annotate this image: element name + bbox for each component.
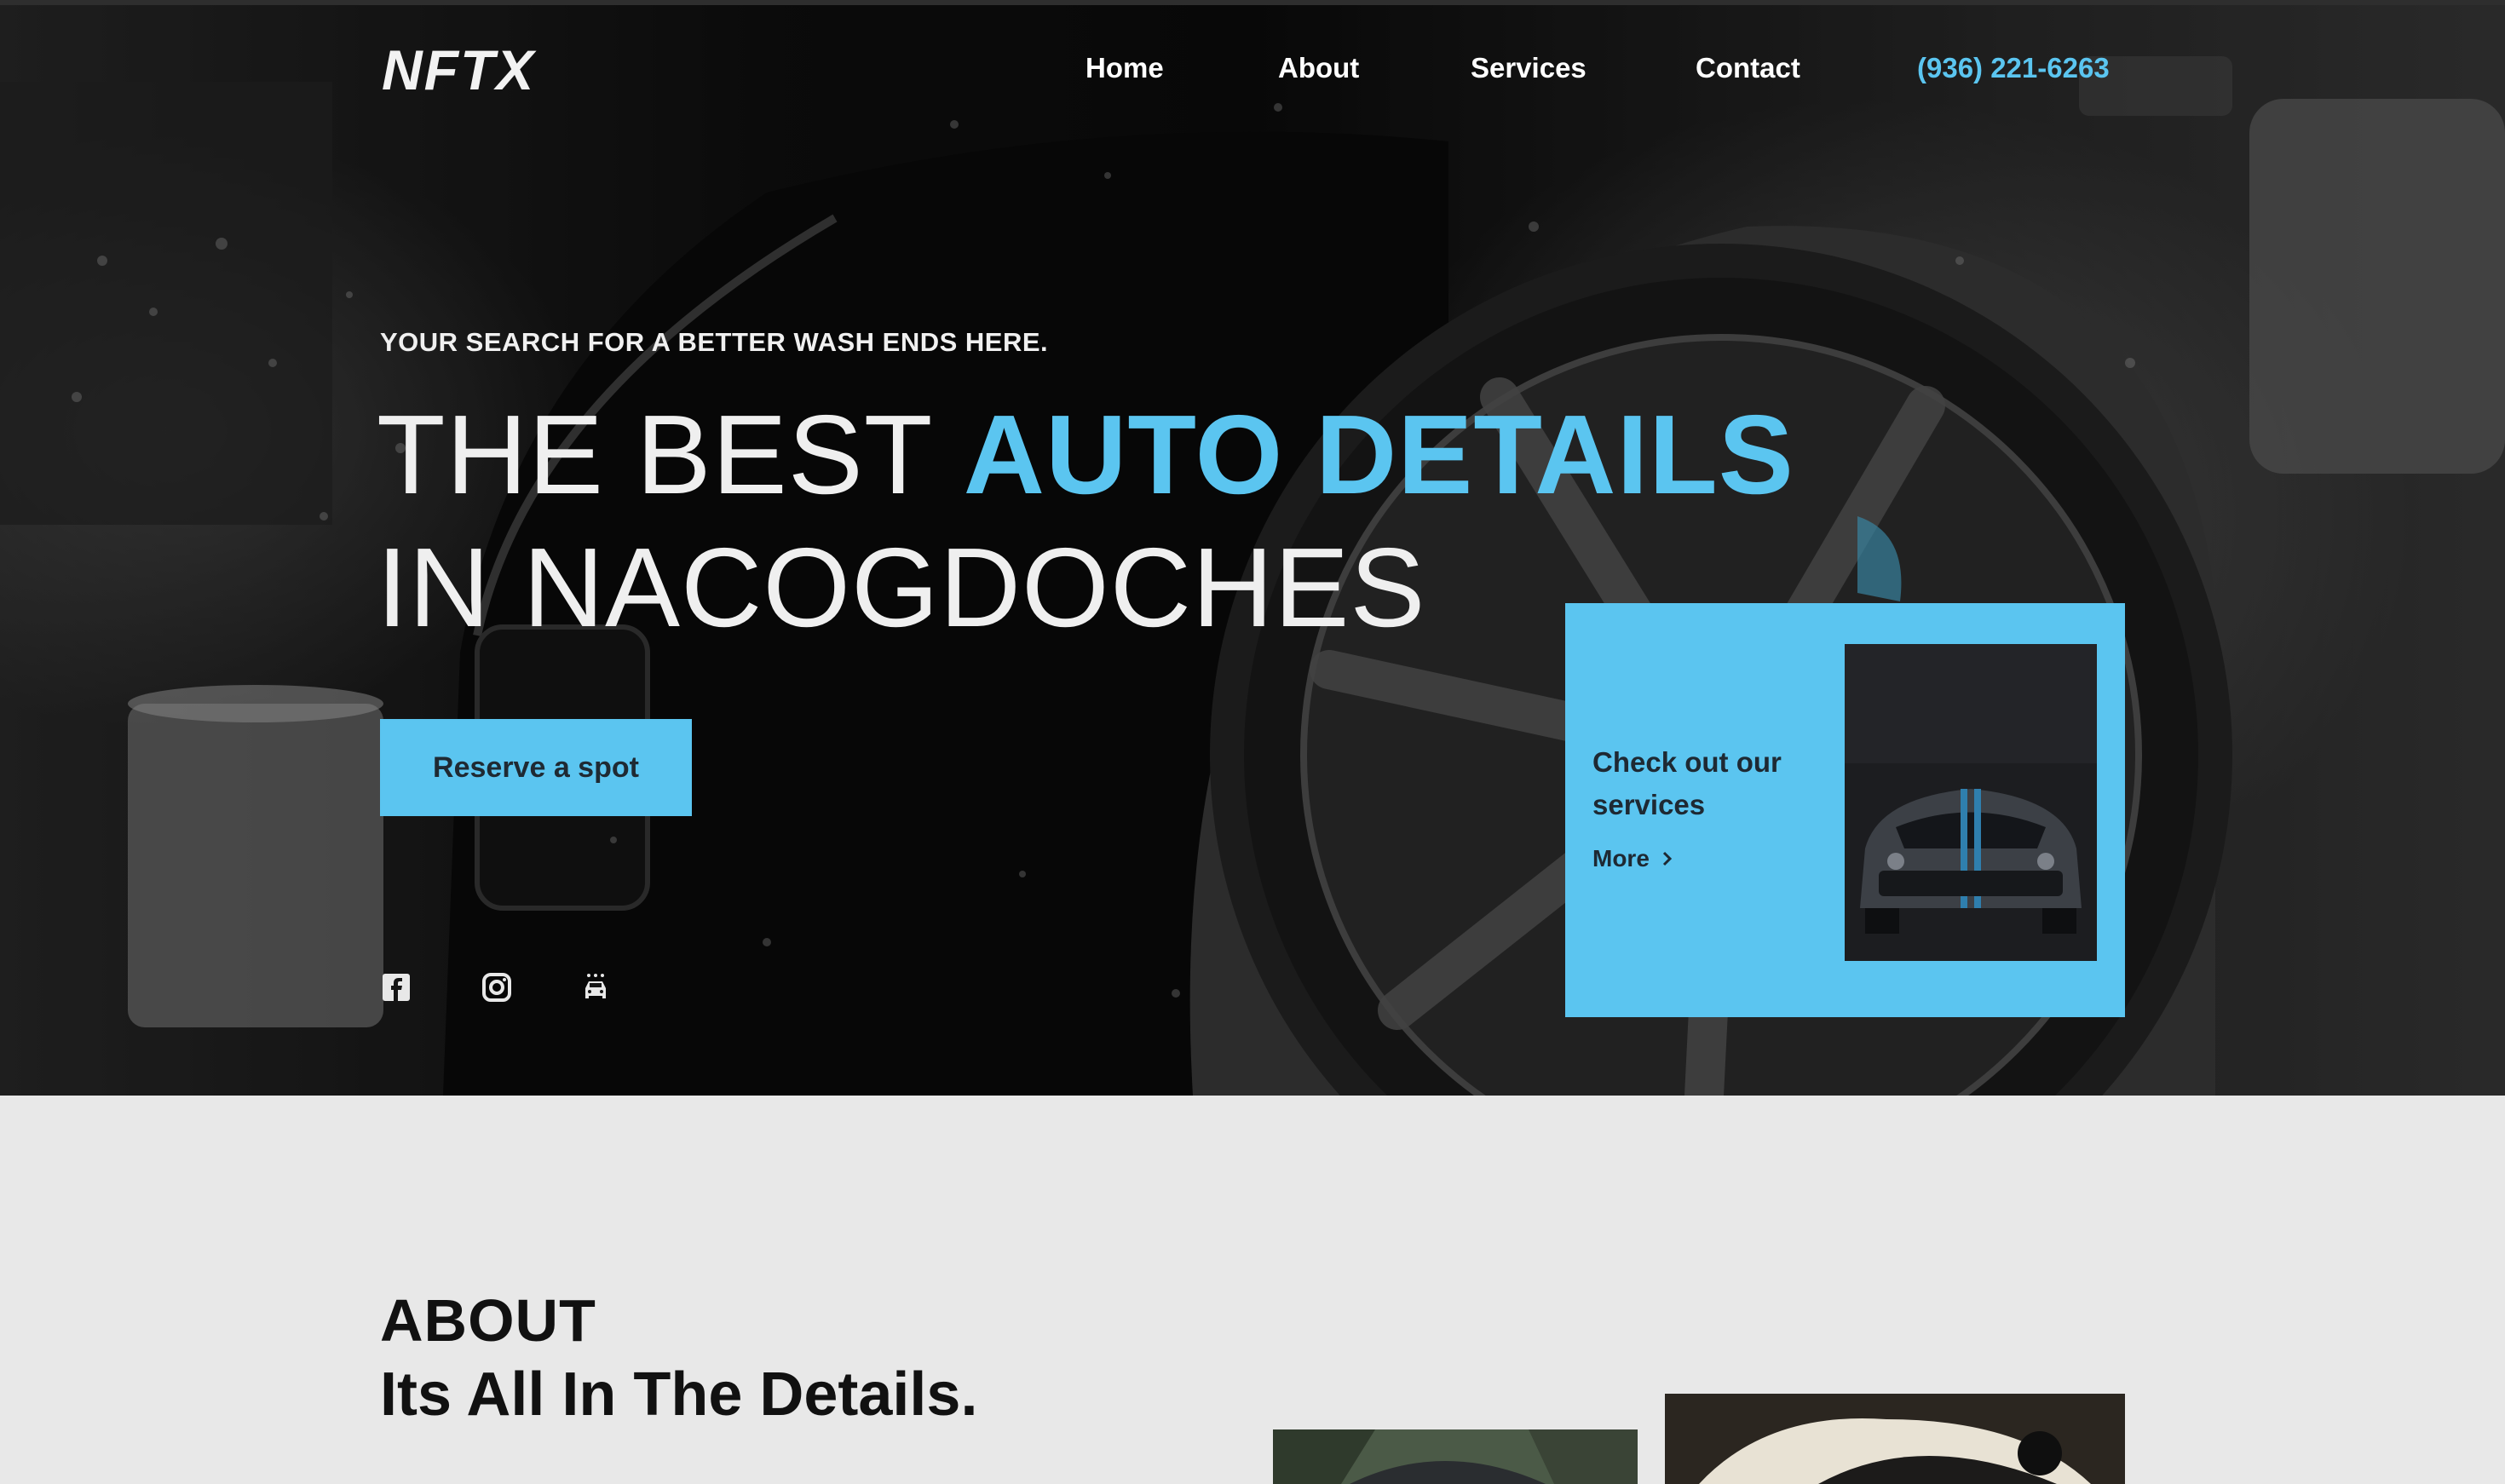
facebook-icon[interactable] <box>382 973 411 1002</box>
car-interior-photo <box>1665 1394 2125 1484</box>
about-image-car-front <box>1273 1429 1638 1484</box>
nav-about[interactable]: About <box>1278 52 1359 84</box>
headline-part1: THE BEST <box>377 392 964 517</box>
car-front-photo <box>1273 1429 1638 1484</box>
headline-highlight: AUTO DETAILS <box>963 392 1794 517</box>
hero-tagline: YOUR SEARCH FOR A BETTER WASH ENDS HERE. <box>380 327 1049 357</box>
about-title: Its All In The Details. <box>380 1360 978 1429</box>
services-more-label: More <box>1592 845 1650 871</box>
services-card[interactable]: Check out our services More <box>1565 603 2125 1017</box>
chevron-right-icon <box>1662 851 1673 866</box>
mustang-car-image <box>1845 644 2097 961</box>
instagram-icon[interactable] <box>482 973 511 1002</box>
nav-contact[interactable]: Contact <box>1696 52 1800 84</box>
nav-home[interactable]: Home <box>1086 52 1164 84</box>
about-image-car-interior <box>1665 1394 2125 1484</box>
about-label: ABOUT <box>380 1287 596 1354</box>
services-card-title: Check out our services <box>1592 746 1782 820</box>
brand-logo[interactable]: NFTX <box>382 37 535 102</box>
nav-phone-link[interactable]: (936) 221-6263 <box>1917 52 2110 84</box>
services-more-link[interactable]: More <box>1592 845 1673 872</box>
reserve-spot-button[interactable]: Reserve a spot <box>380 719 692 816</box>
car-wash-icon[interactable] <box>581 973 610 1002</box>
services-card-image <box>1845 644 2097 961</box>
nav-services[interactable]: Services <box>1471 52 1586 84</box>
hero-section: NFTX Home About Services Contact (936) 2… <box>0 5 2505 1096</box>
